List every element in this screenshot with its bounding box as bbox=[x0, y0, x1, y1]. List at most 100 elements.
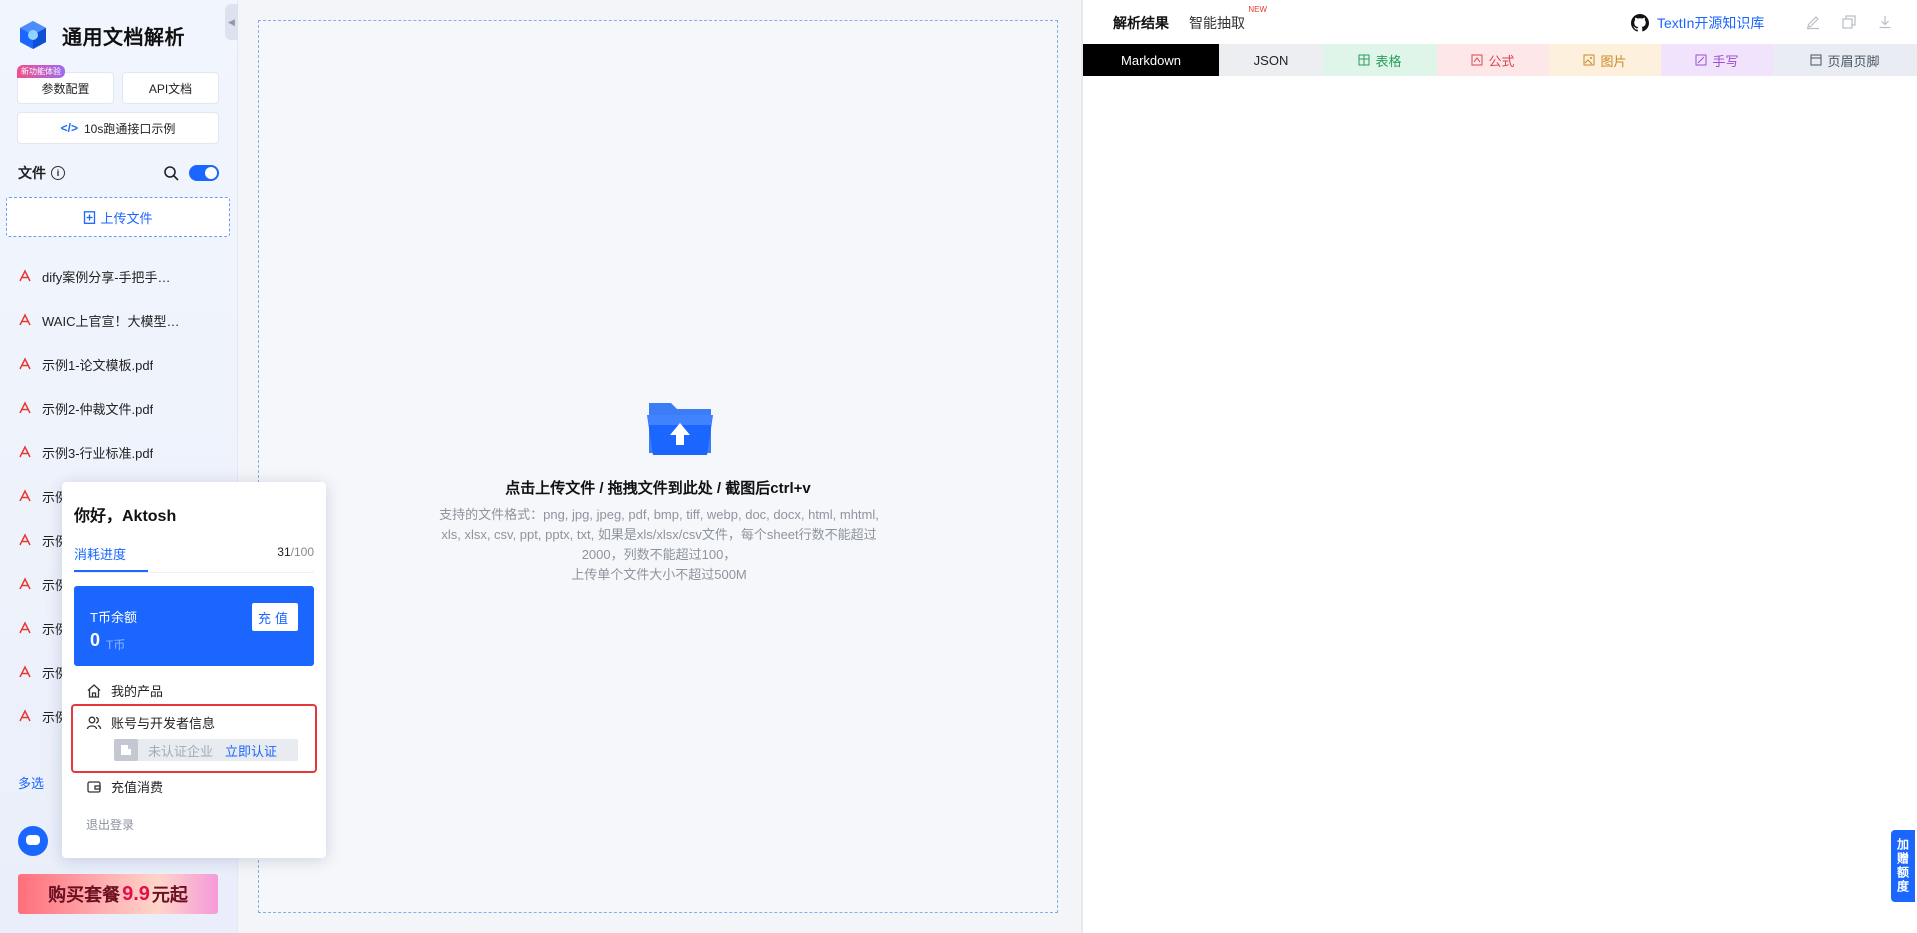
my-products-item[interactable]: 我的产品 bbox=[86, 681, 163, 700]
format-tab-label: 图片 bbox=[1600, 53, 1627, 69]
download-icon[interactable] bbox=[1877, 14, 1893, 30]
pdf-icon bbox=[19, 577, 31, 590]
logout-link[interactable]: 退出登录 bbox=[86, 816, 134, 833]
format-tab[interactable]: Markdown bbox=[1083, 44, 1219, 76]
format-tab[interactable]: 手写 bbox=[1661, 44, 1773, 76]
file-item[interactable]: 示例1-论文模板.pdf bbox=[18, 342, 228, 386]
multi-select-button[interactable]: 多选 bbox=[18, 773, 44, 792]
dropzone[interactable]: 点击上传文件 / 拖拽文件到此处 / 截图后ctrl+v 支持的文件格式：png… bbox=[258, 20, 1058, 913]
textin-kb-label: TextIn开源知识库 bbox=[1657, 15, 1765, 31]
pdf-icon bbox=[19, 665, 31, 678]
bonus-quota-button[interactable]: 加赠额度 bbox=[1891, 830, 1915, 902]
tcoin-unit: T币 bbox=[106, 638, 126, 652]
pdf-icon bbox=[19, 401, 31, 414]
textin-kb-link[interactable]: TextIn开源知识库 bbox=[1631, 13, 1764, 33]
dropzone-description: 支持的文件格式：png, jpg, jpeg, pdf, bmp, tiff, … bbox=[409, 505, 909, 585]
info-icon[interactable]: i bbox=[51, 166, 65, 180]
app-title: 通用文档解析 bbox=[62, 26, 185, 49]
promo-prefix: 购买套餐 bbox=[48, 885, 121, 905]
tcoin-card: T币余额 0 T币 充值 bbox=[74, 586, 314, 666]
upload-area: 点击上传文件 / 拖拽文件到此处 / 截图后ctrl+v 支持的文件格式：png… bbox=[238, 0, 1081, 933]
my-products-label: 我的产品 bbox=[111, 684, 164, 699]
avatar[interactable] bbox=[18, 826, 48, 856]
dropzone-title: 点击上传文件 / 拖拽文件到此处 / 截图后ctrl+v bbox=[505, 480, 811, 497]
format-tab-label: JSON bbox=[1253, 52, 1289, 68]
file-item[interactable]: dify案例分享-手把手… bbox=[18, 254, 228, 298]
user-popup: 你好，Aktosh 消耗进度 31/100 T币余额 0 T币 充值 我的产品 … bbox=[62, 482, 326, 858]
format-tab-label: 公式 bbox=[1488, 53, 1515, 69]
api-docs-button[interactable]: API文档 bbox=[122, 72, 219, 104]
formula-icon bbox=[1471, 54, 1483, 66]
edit-icon[interactable] bbox=[1805, 14, 1821, 30]
search-icon[interactable] bbox=[163, 165, 179, 181]
pdf-icon bbox=[19, 709, 31, 722]
header-footer-icon bbox=[1810, 54, 1822, 66]
home-icon bbox=[87, 683, 101, 698]
files-toggle[interactable] bbox=[189, 165, 219, 181]
promo-price: 9.9 bbox=[122, 882, 150, 905]
result-toolbar bbox=[1805, 14, 1893, 30]
format-tab[interactable]: JSON bbox=[1219, 44, 1323, 76]
table-icon bbox=[1358, 54, 1370, 66]
pdf-icon bbox=[19, 445, 31, 458]
handwriting-icon bbox=[1695, 54, 1707, 66]
usage-tab[interactable]: 消耗进度 bbox=[74, 544, 126, 563]
api-demo-button[interactable]: </> 10s跑通接口示例 bbox=[17, 112, 219, 144]
building-icon bbox=[114, 739, 138, 761]
brand: 通用文档解析 bbox=[18, 20, 185, 50]
file-name: dify案例分享-手把手… bbox=[42, 269, 171, 285]
recharge-button[interactable]: 充值 bbox=[252, 603, 298, 631]
dropzone-desc-line: xls, xlsx, csv, ppt, pptx, txt, 如果是xls/x… bbox=[441, 527, 877, 542]
pdf-icon bbox=[19, 533, 31, 546]
recharge-history-item[interactable]: 充值消费 bbox=[86, 777, 163, 796]
format-tab[interactable]: 公式 bbox=[1437, 44, 1549, 76]
verify-status: 未认证企业 bbox=[148, 743, 214, 759]
account-info-item[interactable]: 账号与开发者信息 bbox=[86, 713, 215, 732]
format-tabs: Markdown JSON 表格 公式 图片 手写 页眉页脚 bbox=[1083, 44, 1917, 76]
file-item[interactable]: 示例2-仲裁文件.pdf bbox=[18, 386, 228, 430]
app-logo-icon bbox=[20, 21, 46, 49]
tab-smart-extract[interactable]: 智能抽取 NEW bbox=[1189, 5, 1267, 33]
copy-icon[interactable] bbox=[1841, 14, 1857, 30]
format-tab[interactable]: 表格 bbox=[1323, 44, 1437, 76]
pdf-icon bbox=[19, 489, 31, 502]
result-tabs: 解析结果 智能抽取 NEW bbox=[1113, 5, 1267, 33]
tab-parse-result[interactable]: 解析结果 bbox=[1113, 13, 1169, 33]
pdf-icon bbox=[19, 621, 31, 634]
format-tab[interactable]: 页眉页脚 bbox=[1773, 44, 1917, 76]
folder-upload-icon bbox=[647, 403, 713, 455]
upload-file-button[interactable]: 上传文件 bbox=[6, 197, 230, 237]
file-item[interactable]: WAIC上官宣！大模型… bbox=[18, 298, 228, 342]
tcoin-label: T币余额 bbox=[90, 610, 137, 625]
promo-banner[interactable]: 购买套餐 9.9 元起 bbox=[18, 874, 218, 914]
file-name: WAIC上官宣！大模型… bbox=[42, 313, 180, 329]
greeting: 你好，Aktosh bbox=[74, 508, 177, 525]
pdf-icon bbox=[19, 269, 31, 282]
recharge-history-label: 充值消费 bbox=[111, 780, 164, 795]
format-tab-label: 手写 bbox=[1712, 53, 1739, 69]
pdf-icon bbox=[19, 313, 31, 326]
code-icon: </> bbox=[60, 121, 78, 135]
new-feature-badge: 新功能体验 bbox=[17, 65, 65, 78]
file-item[interactable]: 示例3-行业标准.pdf bbox=[18, 430, 228, 474]
wallet-icon bbox=[87, 780, 101, 793]
format-tab-label: Markdown bbox=[1121, 52, 1181, 68]
usage-max: /100 bbox=[290, 545, 314, 559]
format-tab-label: 页眉页脚 bbox=[1827, 53, 1880, 69]
dropzone-desc-line: 2000，列数不能超过100， bbox=[581, 547, 737, 562]
files-label: 文件 bbox=[18, 165, 46, 181]
format-tab[interactable]: 图片 bbox=[1549, 44, 1661, 76]
dropzone-desc-line: 支持的文件格式：png, jpg, jpeg, pdf, bmp, tiff, … bbox=[439, 507, 879, 522]
new-tag: NEW bbox=[1248, 5, 1267, 14]
promo-suffix: 元起 bbox=[151, 885, 188, 905]
users-icon bbox=[86, 716, 102, 729]
upload-file-label: 上传文件 bbox=[100, 210, 153, 226]
account-info-label: 账号与开发者信息 bbox=[111, 716, 216, 731]
verify-now-link[interactable]: 立即认证 bbox=[225, 741, 277, 760]
image-icon bbox=[1583, 54, 1595, 66]
result-panel: 解析结果 智能抽取 NEW TextIn开源知识库 Markdown JSON 表格… bbox=[1083, 0, 1917, 933]
upload-icon bbox=[84, 210, 96, 224]
file-name: 示例1-论文模板.pdf bbox=[42, 357, 154, 373]
collapse-sidebar-icon[interactable]: ◀ bbox=[225, 4, 238, 40]
dropzone-desc-line: 上传单个文件大小不超过500M bbox=[571, 567, 747, 582]
